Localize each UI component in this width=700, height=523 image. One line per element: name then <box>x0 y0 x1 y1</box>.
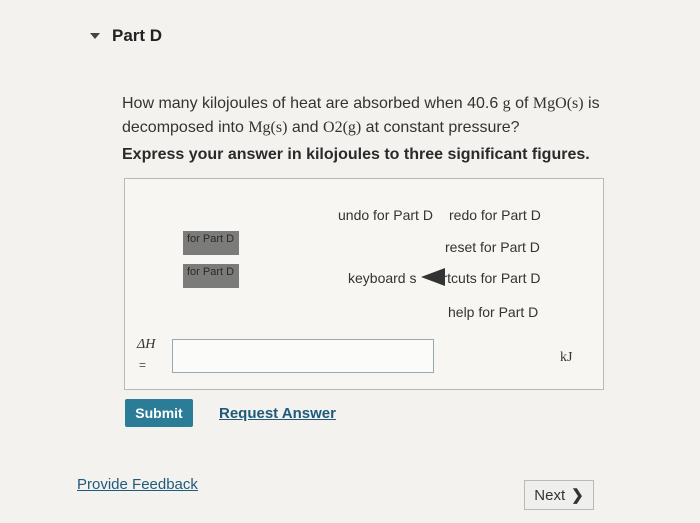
chevron-right-icon: ❯ <box>571 487 584 504</box>
request-answer-link[interactable]: Request Answer <box>219 405 336 422</box>
undo-button[interactable]: undo for Part D <box>338 207 433 223</box>
reset-button[interactable]: reset for Part D <box>445 239 540 255</box>
part-title: Part D <box>112 26 163 45</box>
part-header[interactable]: Part D <box>90 26 162 46</box>
question-text: How many kilojoules of heat are absorbed… <box>122 95 600 136</box>
toolbar-template-button-2[interactable]: for Part D <box>183 264 239 288</box>
mouse-cursor-icon <box>421 268 445 286</box>
equals-label: = <box>139 358 147 372</box>
instruction-text: Express your answer in kilojoules to thr… <box>122 146 590 163</box>
next-button[interactable]: Next ❯ <box>524 480 594 510</box>
redo-button[interactable]: redo for Part D <box>449 207 541 223</box>
submit-button[interactable]: Submit <box>125 399 193 427</box>
answer-input[interactable] <box>172 339 434 373</box>
delta-h-label: ΔH <box>137 337 156 352</box>
help-button[interactable]: help for Part D <box>448 304 538 320</box>
collapse-caret-icon[interactable] <box>90 33 100 39</box>
unit-label: kJ <box>560 350 573 365</box>
toolbar-template-button[interactable]: for Part D <box>183 231 239 255</box>
provide-feedback-link[interactable]: Provide Feedback <box>77 476 198 493</box>
